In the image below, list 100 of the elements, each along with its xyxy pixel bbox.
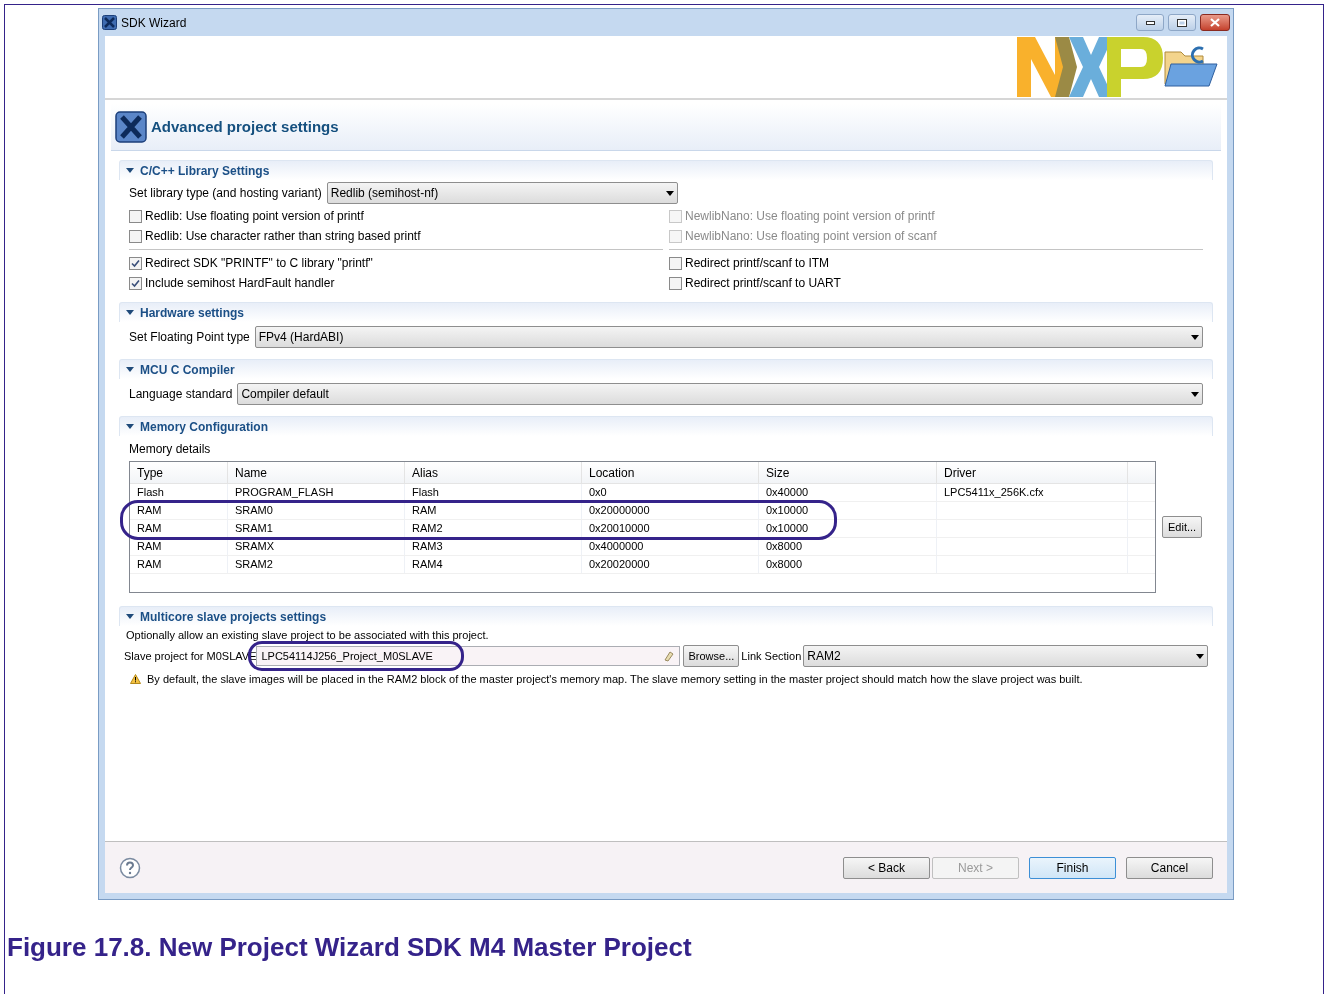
checkbox[interactable] xyxy=(669,276,682,290)
folder-icon xyxy=(1163,44,1219,90)
table-cell-text: RAM2 xyxy=(412,521,443,537)
edit-button[interactable]: Edit... xyxy=(1162,516,1203,538)
table-cell-text: 0x40000 xyxy=(766,485,809,501)
checkbox-label: Redirect SDK "PRINTF" to C library "printf" xyxy=(145,255,373,272)
section-header[interactable]: Multicore slave projects settings xyxy=(119,606,1213,626)
minimize-icon xyxy=(1145,20,1155,25)
column-header[interactable]: Driver xyxy=(937,462,1128,483)
warning-icon xyxy=(130,674,141,684)
collapse-icon xyxy=(126,167,134,174)
dropdown-arrow-icon xyxy=(1196,653,1204,659)
dropdown-arrow-icon xyxy=(665,190,674,196)
collapse-icon xyxy=(126,309,134,316)
table-cell-text: RAM xyxy=(137,539,162,555)
table-cell-text: 0x8000 xyxy=(766,539,803,555)
collapse-icon xyxy=(126,613,134,620)
dropdown-value: Redlib (semihost-nf) xyxy=(330,185,440,202)
page-title: Advanced project settings xyxy=(151,116,339,137)
browse-button[interactable]: Browse... xyxy=(683,645,740,667)
table-row[interactable]: RAM SRAM1 RAM2 0x20010000 0x10000 xyxy=(130,520,1155,538)
section-header[interactable]: MCU C Compiler xyxy=(119,359,1213,379)
section-title: Multicore slave projects settings xyxy=(140,608,327,626)
table-row[interactable]: RAM SRAM0 RAM 0x20000000 0x10000 xyxy=(130,502,1155,520)
checkbox-label: NewlibNano: Use floating point version of printf xyxy=(685,208,935,225)
checkbox-label: Redlib: Use floating point version of printf xyxy=(145,208,364,225)
field-label: Link Section xyxy=(741,648,802,664)
maximize-button[interactable] xyxy=(1168,14,1196,31)
table-cell-text: SRAM1 xyxy=(235,521,273,537)
checkbox-label: Include semihost HardFault handler xyxy=(145,275,335,292)
eraser-icon xyxy=(663,650,676,662)
column-header[interactable]: Name xyxy=(228,462,405,483)
table-cell-text: RAM xyxy=(137,521,162,537)
wizard-logo-icon xyxy=(115,111,147,143)
checkbox-label: NewlibNano: Use floating point version of scanf xyxy=(685,228,937,245)
table-cell-text: 0x20020000 xyxy=(589,557,650,573)
column-header[interactable]: Location xyxy=(582,462,759,483)
table-cell-text: 0x10000 xyxy=(766,503,809,519)
checkbox[interactable] xyxy=(129,276,142,290)
dropdown[interactable]: Redlib (semihost-nf) xyxy=(326,182,678,204)
dropdown[interactable]: Compiler default xyxy=(237,383,1203,405)
checkbox[interactable] xyxy=(129,256,142,270)
table-cell-text: Flash xyxy=(412,485,439,501)
column-header[interactable]: Size xyxy=(759,462,937,483)
section-title: C/C++ Library Settings xyxy=(140,162,270,180)
description-text: Optionally allow an existing slave project to be associated with this project. xyxy=(125,627,490,643)
table-cell-text: RAM4 xyxy=(412,557,443,573)
slave-project-field[interactable]: LPC54114J256_Project_M0SLAVE xyxy=(256,646,681,666)
collapse-icon xyxy=(126,366,134,373)
wizard-button[interactable]: Cancel xyxy=(1126,856,1213,879)
help-icon[interactable] xyxy=(119,856,141,879)
section-header[interactable]: Memory Configuration xyxy=(119,416,1213,436)
close-icon xyxy=(1210,18,1220,27)
figure-caption: Figure 17.8. New Project Wizard SDK M4 Master Project xyxy=(7,930,692,964)
checkbox-label: Redirect printf/scanf to ITM xyxy=(685,255,830,272)
table-cell-text: RAM3 xyxy=(412,539,443,555)
table-cell-text: SRAM0 xyxy=(235,503,273,519)
table-cell-text: 0x0 xyxy=(589,485,607,501)
table-cell-text: 0x4000000 xyxy=(589,539,644,555)
dropdown[interactable]: FPv4 (HardABI) xyxy=(254,326,1203,348)
collapse-icon xyxy=(126,423,134,430)
table-cell-text: RAM xyxy=(137,557,162,573)
dropdown-value: Compiler default xyxy=(241,386,330,403)
table-cell-text: LPC5411x_256K.cfx xyxy=(944,485,1044,501)
section-title: Hardware settings xyxy=(140,304,245,322)
table-row[interactable]: RAM SRAMX RAM3 0x4000000 0x8000 xyxy=(130,538,1155,556)
minimize-button[interactable] xyxy=(1136,14,1164,31)
table-cell-text: SRAM2 xyxy=(235,557,273,573)
checkbox[interactable] xyxy=(129,209,142,223)
table-cell-text: 0x20010000 xyxy=(589,521,650,537)
dropdown-arrow-icon xyxy=(1191,334,1199,340)
section-header[interactable]: Hardware settings xyxy=(119,302,1213,322)
wizard-button[interactable]: < Back xyxy=(843,856,930,879)
section-title: Memory Configuration xyxy=(140,418,268,436)
table-cell-text: 0x8000 xyxy=(766,557,803,573)
column-header[interactable]: Alias xyxy=(405,462,582,483)
field-label: Set Floating Point type xyxy=(129,329,250,346)
dropdown-value: FPv4 (HardABI) xyxy=(258,329,345,346)
window-title: SDK Wizard xyxy=(121,14,188,32)
table-row[interactable]: RAM SRAM2 RAM4 0x20020000 0x8000 xyxy=(130,556,1155,574)
field-label: Set library type (and hosting variant) xyxy=(129,185,322,202)
table-row[interactable]: Flash PROGRAM_FLASH Flash 0x0 0x40000 LPC5411x_256K.cfx xyxy=(130,484,1155,502)
checkbox[interactable] xyxy=(129,229,142,243)
field-value: LPC54114J256_Project_M0SLAVE xyxy=(261,648,434,664)
field-label: Memory details xyxy=(129,441,212,458)
close-button[interactable] xyxy=(1200,14,1230,31)
table-cell-text: PROGRAM_FLASH xyxy=(235,485,334,501)
app-logo-icon xyxy=(102,15,117,30)
dropdown-arrow-icon xyxy=(1191,391,1199,397)
column-header[interactable]: Type xyxy=(130,462,228,483)
dropdown[interactable]: RAM2 xyxy=(803,645,1208,667)
wizard-button[interactable]: Finish xyxy=(1029,856,1116,879)
table-cell-text: 0x20000000 xyxy=(589,503,650,519)
checkbox[interactable] xyxy=(669,256,682,270)
field-label: Language standard xyxy=(129,386,233,403)
dropdown-value: RAM2 xyxy=(807,648,842,665)
section-header[interactable]: C/C++ Library Settings xyxy=(119,160,1213,180)
section-title: MCU C Compiler xyxy=(140,361,235,379)
checkbox-label: Redirect printf/scanf to UART xyxy=(685,275,841,292)
table-cell-text: 0x10000 xyxy=(766,521,809,537)
